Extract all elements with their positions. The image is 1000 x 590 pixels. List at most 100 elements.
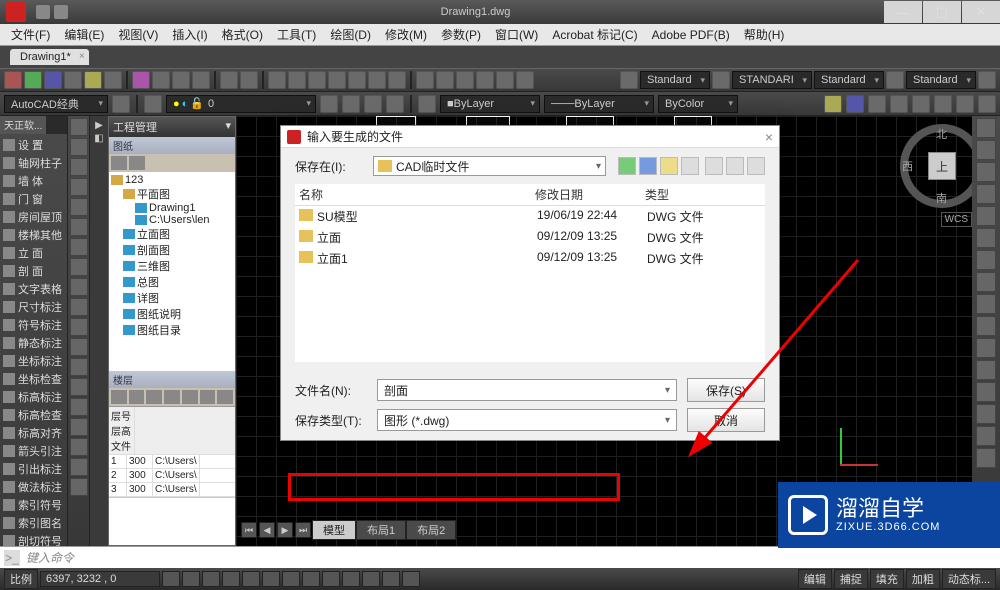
tab-next-icon[interactable]: ▶ <box>277 522 293 538</box>
col-date[interactable]: 修改日期 <box>535 186 645 203</box>
tree-node[interactable]: 平面图 <box>111 186 233 202</box>
mleader-icon[interactable] <box>886 71 904 89</box>
tree-node[interactable]: C:\Users\len <box>111 214 233 226</box>
tree-node[interactable]: 剖面图 <box>111 242 233 258</box>
fillet-icon[interactable] <box>976 294 996 314</box>
col-name[interactable]: 名称 <box>295 186 535 203</box>
layer-combo[interactable]: ●◐🔓 0 <box>166 95 316 113</box>
tool-icon[interactable] <box>320 95 338 113</box>
status-icon[interactable] <box>342 571 360 587</box>
menu-tools[interactable]: 工具(T) <box>270 24 323 45</box>
sidebar-item[interactable]: 设 置 <box>0 136 67 154</box>
tool-icon[interactable] <box>164 390 180 404</box>
tool-icon[interactable] <box>129 390 145 404</box>
paste-icon[interactable] <box>172 71 190 89</box>
file-list-header[interactable]: 名称 修改日期 类型 <box>295 184 765 206</box>
gear-icon[interactable] <box>112 95 130 113</box>
tool-icon[interactable] <box>496 71 514 89</box>
projmgr-section-floors[interactable]: 楼层 <box>109 371 235 388</box>
tool-icon[interactable] <box>111 156 127 170</box>
tool-icon[interactable] <box>129 156 145 170</box>
filetype-combo[interactable]: 图形 (*.dwg) <box>377 409 677 431</box>
tool-icon[interactable] <box>146 390 162 404</box>
mid-handle[interactable]: ▶ ◧ <box>90 116 108 546</box>
views-icon[interactable] <box>681 157 699 175</box>
print-icon[interactable] <box>84 71 102 89</box>
save-icon[interactable] <box>44 71 62 89</box>
status-icon[interactable] <box>382 571 400 587</box>
line-icon[interactable] <box>70 118 88 136</box>
tool-icon[interactable] <box>364 95 382 113</box>
menu-adobepdf[interactable]: Adobe PDF(B) <box>645 26 737 44</box>
table-style-combo[interactable]: Standard <box>814 71 884 89</box>
lineweight-combo[interactable]: ByColor <box>658 95 738 113</box>
status-icon[interactable] <box>222 571 240 587</box>
status-btn[interactable]: 编辑 <box>798 569 832 589</box>
tool-icon[interactable] <box>934 95 952 113</box>
tool-icon[interactable] <box>456 71 474 89</box>
tool-icon[interactable] <box>418 95 436 113</box>
tool-icon[interactable] <box>308 71 326 89</box>
tab-prev-icon[interactable]: ◀ <box>259 522 275 538</box>
status-icon[interactable] <box>182 571 200 587</box>
sidebar-item[interactable]: 楼梯其他 <box>0 226 67 244</box>
tool-icon[interactable] <box>348 71 366 89</box>
sidebar-item[interactable]: 轴网柱子 <box>0 154 67 172</box>
text-style-icon[interactable] <box>620 71 638 89</box>
status-btn[interactable]: 填充 <box>870 569 904 589</box>
tree-node[interactable]: 总图 <box>111 274 233 290</box>
file-row[interactable]: 立面109/12/09 13:25DWG 文件 <box>295 248 765 269</box>
tab-layout2[interactable]: 布局2 <box>406 520 456 540</box>
filename-input[interactable]: 剖面 <box>377 379 677 401</box>
menu-format[interactable]: 格式(O) <box>215 24 270 45</box>
tool-icon[interactable] <box>976 426 996 446</box>
status-btn[interactable]: 动态标... <box>942 569 996 589</box>
status-icon[interactable] <box>282 571 300 587</box>
tool-icon[interactable] <box>342 95 360 113</box>
block-icon[interactable] <box>70 338 88 356</box>
menu-acrobat[interactable]: Acrobat 标记(C) <box>545 24 644 45</box>
status-btn[interactable]: 捕捉 <box>834 569 868 589</box>
compass-north[interactable]: 北 <box>936 126 947 142</box>
layer-props-icon[interactable] <box>144 95 162 113</box>
ellipse-icon[interactable] <box>70 238 88 256</box>
point-icon[interactable] <box>70 358 88 376</box>
back-icon[interactable] <box>618 157 636 175</box>
file-row[interactable]: 立面09/12/09 13:25DWG 文件 <box>295 227 765 248</box>
menu-edit[interactable]: 编辑(E) <box>57 24 111 45</box>
tool-icon[interactable] <box>416 71 434 89</box>
sidebar-item[interactable]: 静态标注 <box>0 334 67 352</box>
dialog-titlebar[interactable]: 输入要生成的文件 × <box>281 126 779 148</box>
mtext-icon[interactable] <box>70 318 88 336</box>
open-icon[interactable] <box>24 71 42 89</box>
menu-insert[interactable]: 插入(I) <box>165 24 214 45</box>
status-icon[interactable] <box>162 571 180 587</box>
sidebar-item[interactable]: 尺寸标注 <box>0 298 67 316</box>
up-icon[interactable] <box>639 157 657 175</box>
linetype-combo[interactable]: ─── ByLayer <box>544 95 654 113</box>
circle-icon[interactable] <box>70 158 88 176</box>
save-button[interactable]: 保存(S) <box>687 378 765 402</box>
mirror-icon[interactable] <box>976 184 996 204</box>
sidebar-item[interactable]: 做法标注 <box>0 478 67 496</box>
sidebar-item[interactable]: 标高标注 <box>0 388 67 406</box>
pin-icon[interactable]: ▶ <box>95 120 103 131</box>
sidebar-item[interactable]: 箭头引注 <box>0 442 67 460</box>
tab-last-icon[interactable]: ⏭ <box>295 522 311 538</box>
tool-icon[interactable] <box>978 95 996 113</box>
chevron-down-icon[interactable]: ▾ <box>225 119 231 135</box>
floor-table[interactable]: 层号 层高 文件 1300C:\Users\2300C:\Users\3300C… <box>109 406 235 497</box>
arc-icon[interactable] <box>70 178 88 196</box>
sidebar-item[interactable]: 索引符号 <box>0 496 67 514</box>
tool-icon[interactable] <box>386 95 404 113</box>
tool-icon[interactable] <box>912 95 930 113</box>
tool-icon[interactable] <box>436 71 454 89</box>
tool-icon[interactable] <box>890 95 908 113</box>
tool-icon[interactable] <box>368 71 386 89</box>
status-icon[interactable] <box>402 571 420 587</box>
pline-icon[interactable] <box>70 138 88 156</box>
tree-node[interactable]: 三维图 <box>111 258 233 274</box>
tree-node[interactable]: 详图 <box>111 290 233 306</box>
tool-icon[interactable] <box>726 157 744 175</box>
projmgr-tree[interactable]: 123平面图Drawing1C:\Users\len立面图剖面图三维图总图详图图… <box>109 172 235 371</box>
